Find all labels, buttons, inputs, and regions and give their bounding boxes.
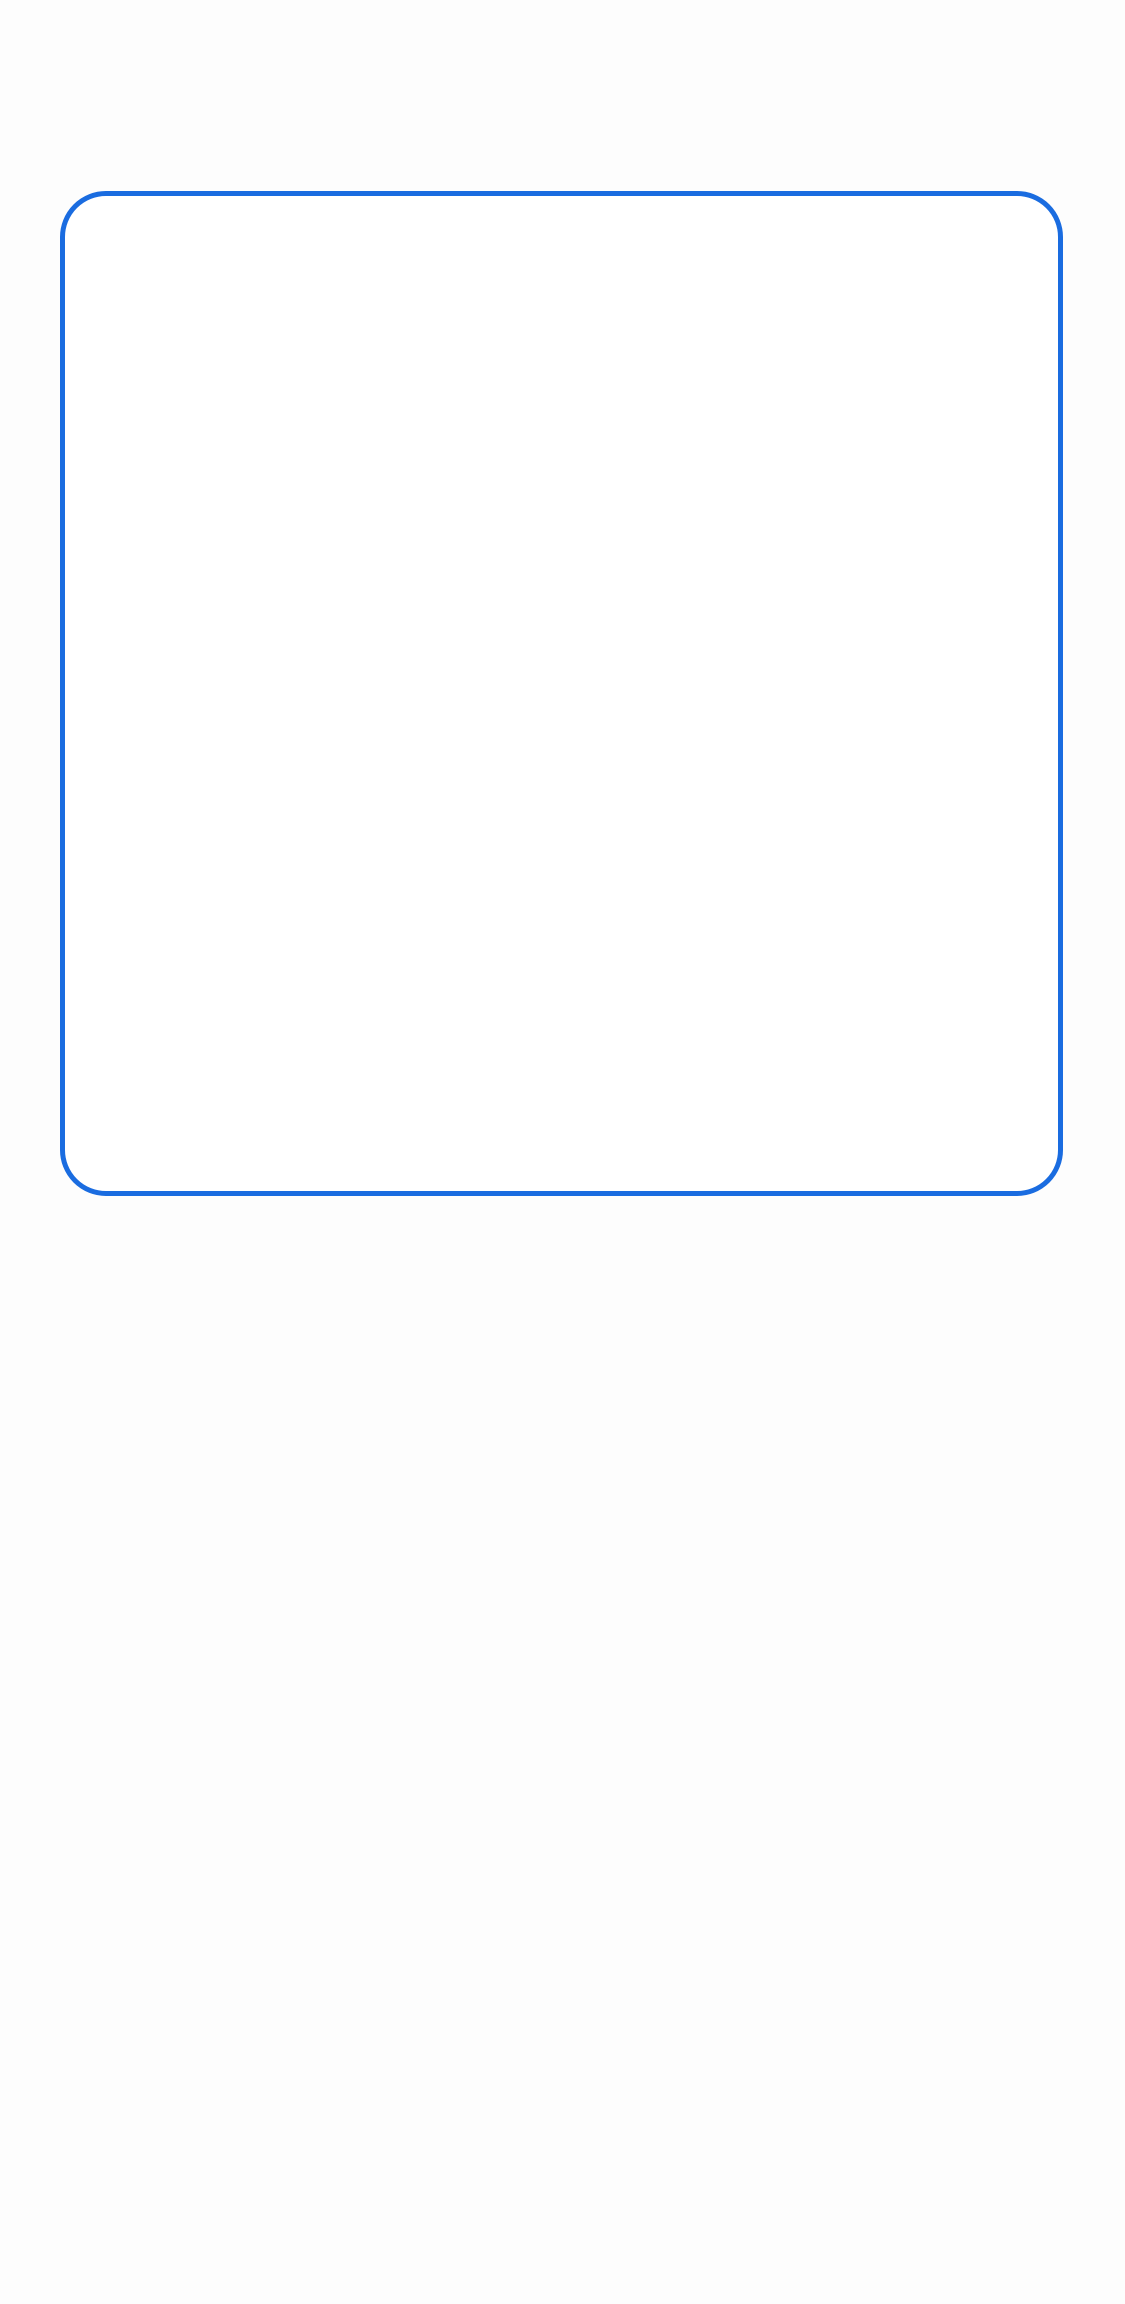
empty-lower-area <box>0 1220 1125 2304</box>
app-screen <box>0 0 1125 2304</box>
focused-content-frame[interactable] <box>60 191 1063 1196</box>
